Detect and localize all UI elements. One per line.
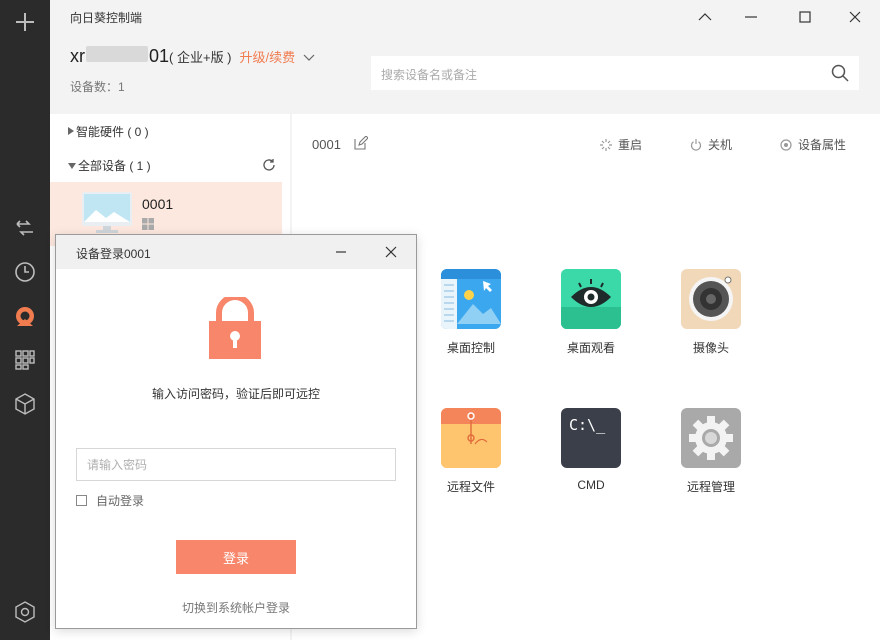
maximize-icon (799, 11, 811, 23)
device-count: 设备数：1 (70, 80, 125, 94)
dialog-title-bar: 设备登录0001 (56, 235, 416, 269)
tile-label: 远程文件 (446, 480, 495, 494)
camera-icon (681, 269, 741, 329)
title-bar: 向日葵控制端 (50, 0, 880, 34)
folder-icon (441, 408, 501, 468)
left-nav-rail (0, 0, 50, 640)
search-icon[interactable] (831, 64, 849, 85)
shutdown-label: 关机 (708, 138, 733, 152)
switch-account-link[interactable]: 切换到系统帐户登录 (56, 599, 416, 616)
settings-hex-icon[interactable] (13, 600, 37, 624)
account-name-suffix: 01 (149, 46, 170, 66)
account-name-redacted (86, 46, 148, 62)
tile-label: 桌面观看 (566, 341, 615, 355)
desktop-control-icon (441, 269, 501, 329)
cmd-icon: C:\_ (561, 408, 621, 468)
password-field[interactable] (77, 449, 395, 480)
tree-group-all-devices[interactable]: 全部设备 ( 1 ) (50, 152, 290, 178)
device-name: 0001 (142, 196, 174, 212)
tile-label: 桌面控制 (446, 341, 495, 355)
device-login-dialog: 设备登录0001 输入访问密码，验证后即可远控 自动登录 登录 切换到系统帐户登… (55, 234, 417, 629)
login-button[interactable]: 登录 (176, 540, 296, 574)
account-info: xr 01 ( 企业+版 ) 升级/续费 (70, 46, 315, 67)
maximize-button[interactable] (793, 6, 817, 28)
device-detail-name: 0001 (312, 137, 341, 152)
history-clock-icon[interactable] (13, 260, 37, 284)
minimize-icon (745, 16, 757, 18)
minimize-button[interactable] (739, 6, 763, 28)
tile-desktop-view[interactable]: 桌面观看 (546, 269, 636, 356)
device-detail-header: 0001 重启 关机 设备属性 (292, 114, 880, 174)
settings-icon (780, 138, 792, 151)
dialog-close-button[interactable] (380, 241, 402, 263)
shutdown-button[interactable]: 关机 (690, 136, 732, 153)
monitor-icon (82, 192, 132, 237)
add-icon[interactable] (13, 10, 37, 34)
search-placeholder: 搜索设备名或备注 (381, 68, 478, 82)
restart-button[interactable]: 重启 (600, 136, 642, 153)
gear-icon (681, 408, 741, 468)
tree-group-smart-hardware[interactable]: 智能硬件 ( 0 ) (50, 118, 290, 144)
tile-camera[interactable]: 摄像头 (666, 269, 756, 356)
restart-label: 重启 (618, 138, 643, 152)
minimize-icon (336, 251, 346, 253)
upgrade-link[interactable]: 升级/续费 (240, 47, 296, 66)
account-menu-chevron-icon[interactable] (303, 51, 315, 65)
login-hint: 输入访问密码，验证后即可远控 (151, 387, 320, 401)
auto-login-checkbox[interactable] (76, 495, 87, 506)
collapse-button[interactable] (693, 6, 717, 28)
lock-icon (209, 294, 261, 362)
device-list-icon[interactable] (13, 305, 37, 329)
expand-triangle-icon (68, 127, 74, 135)
collapse-triangle-icon (68, 163, 76, 169)
power-icon (690, 138, 702, 151)
tile-label: CMD (577, 478, 605, 492)
cube-icon[interactable] (13, 392, 37, 416)
windows-icon (142, 218, 154, 233)
tile-remote-management[interactable]: 远程管理 (666, 408, 756, 495)
remote-connect-icon[interactable] (13, 216, 37, 240)
tile-desktop-control[interactable]: 桌面控制 (426, 269, 516, 356)
edit-icon[interactable] (354, 135, 369, 153)
restart-icon (600, 138, 612, 151)
tree-group-label: 全部设备 ( 1 ) (78, 158, 151, 173)
search-input[interactable]: 搜索设备名或备注 (371, 56, 859, 90)
tree-group-label: 智能硬件 ( 0 ) (76, 124, 149, 139)
tile-remote-file[interactable]: 远程文件 (426, 408, 516, 495)
chevron-up-icon (698, 13, 712, 21)
tile-cmd[interactable]: C:\_ CMD (546, 408, 636, 492)
close-icon (849, 11, 861, 23)
password-field-wrapper (76, 448, 396, 481)
eye-icon (561, 269, 621, 329)
account-name-prefix: xr (70, 46, 85, 66)
close-icon (385, 246, 397, 258)
apps-grid-icon[interactable] (13, 348, 37, 372)
auto-login-option[interactable]: 自动登录 (76, 492, 144, 509)
dialog-minimize-button[interactable] (330, 241, 352, 263)
tile-label: 摄像头 (692, 341, 729, 355)
cmd-glyph: C:\_ (569, 416, 606, 434)
device-properties-button[interactable]: 设备属性 (780, 136, 846, 153)
edition-label: ( 企业+版 ) (169, 50, 232, 65)
device-properties-label: 设备属性 (798, 138, 847, 152)
auto-login-label: 自动登录 (96, 494, 145, 508)
refresh-icon[interactable] (262, 158, 276, 175)
dialog-title: 设备登录0001 (76, 247, 151, 261)
tile-label: 远程管理 (686, 480, 735, 494)
app-title: 向日葵控制端 (70, 11, 143, 25)
close-button[interactable] (843, 6, 867, 28)
